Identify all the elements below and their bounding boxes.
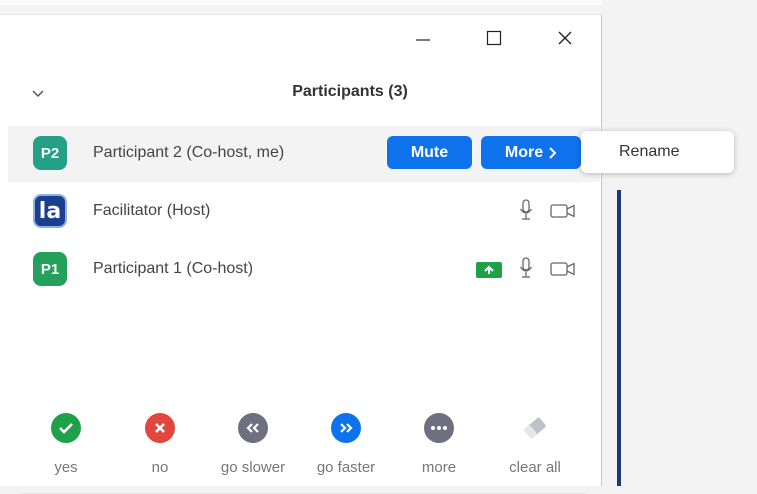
double-chevron-left-icon xyxy=(238,413,268,443)
x-icon xyxy=(145,413,175,443)
video-camera-icon[interactable] xyxy=(550,204,576,223)
reaction-yes[interactable]: yes xyxy=(21,413,111,476)
screen-share-icon xyxy=(476,262,502,283)
participants-window: Participants (3) P2 Participant 2 (Co-ho… xyxy=(0,14,602,494)
more-button-label: More xyxy=(504,143,544,161)
reaction-label: go slower xyxy=(220,459,286,476)
chevron-right-icon xyxy=(549,146,557,159)
background-area xyxy=(602,0,757,486)
reaction-clear-all[interactable]: clear all xyxy=(490,413,580,476)
microphone-icon[interactable] xyxy=(519,199,533,226)
reaction-go-faster[interactable]: go faster xyxy=(301,413,391,476)
avatar: P2 xyxy=(33,136,67,170)
ellipsis-icon xyxy=(424,413,454,443)
window-controls xyxy=(370,25,601,51)
participant-row-participant-1[interactable]: P1 Participant 1 (Co-host) xyxy=(8,242,600,298)
reaction-label: clear all xyxy=(509,459,561,476)
reaction-more[interactable]: more xyxy=(394,413,484,476)
reaction-no[interactable]: no xyxy=(115,413,205,476)
participant-row-facilitator[interactable]: la Facilitator (Host) xyxy=(8,184,600,240)
check-icon xyxy=(51,413,81,443)
participant-name: Facilitator (Host) xyxy=(93,202,211,219)
panel-title: Participants (3) xyxy=(292,83,408,100)
background-window-edge xyxy=(617,190,621,486)
maximize-icon[interactable] xyxy=(476,25,512,51)
participant-name: Participant 2 (Co-host, me) xyxy=(93,144,285,161)
more-options-menu: Rename xyxy=(581,131,734,173)
nonverbal-feedback-bar: yes no go slower go faster more clear al… xyxy=(18,413,592,493)
menu-item-rename[interactable]: Rename xyxy=(619,143,679,161)
eraser-icon xyxy=(520,413,550,443)
minimize-icon[interactable] xyxy=(405,25,441,51)
panel-header: Participants (3) xyxy=(0,77,600,107)
close-icon[interactable] xyxy=(547,25,583,51)
participant-name: Participant 1 (Co-host) xyxy=(93,260,254,277)
reaction-label: go faster xyxy=(316,459,376,476)
reaction-label: more xyxy=(421,459,457,476)
mute-button[interactable]: Mute xyxy=(387,136,472,169)
mute-button-label: Mute xyxy=(410,143,449,161)
video-camera-icon[interactable] xyxy=(550,262,576,281)
avatar: la xyxy=(33,194,67,228)
reaction-label: no xyxy=(151,459,169,476)
reaction-go-slower[interactable]: go slower xyxy=(208,413,298,476)
microphone-icon[interactable] xyxy=(519,257,533,284)
reaction-label: yes xyxy=(54,459,78,476)
double-chevron-right-icon xyxy=(331,413,361,443)
more-button[interactable]: More xyxy=(481,136,581,169)
participant-row-participant-2[interactable]: P2 Participant 2 (Co-host, me) Mute More xyxy=(8,126,600,182)
avatar: P1 xyxy=(33,252,67,286)
